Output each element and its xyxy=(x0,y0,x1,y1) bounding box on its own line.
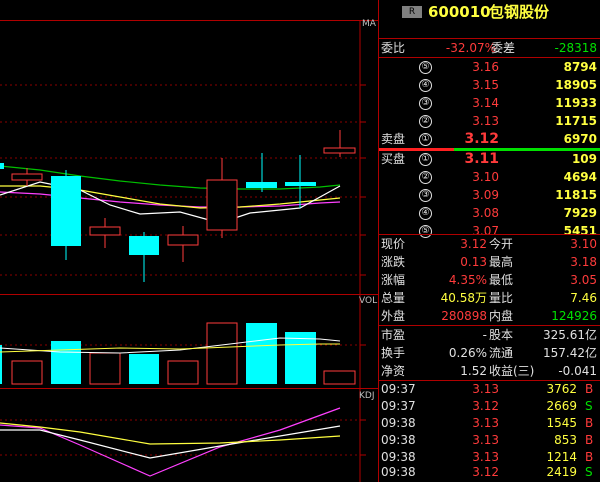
chart-frame xyxy=(0,20,378,482)
sell-price: 3.14 xyxy=(472,96,499,110)
level-index: ④ xyxy=(419,79,432,92)
tick-row: 09:37 3.12 2669 S xyxy=(381,399,593,413)
buy-price: 3.11 xyxy=(464,151,499,167)
float-shares: 157.42亿 xyxy=(543,346,597,360)
sell-level-1[interactable]: 卖盘 ① 3.12 6970 xyxy=(379,131,600,148)
turnover-value: 0.26% xyxy=(448,346,487,360)
buy-volume: 109 xyxy=(571,152,597,166)
outer-volume: 280898 xyxy=(441,309,487,323)
kdj-j-line xyxy=(0,407,341,477)
total-volume: 40.58万 xyxy=(440,291,487,305)
fund-row-pe: 市盈 - 股本 325.61亿 xyxy=(381,328,597,342)
sell-volume: 11715 xyxy=(555,114,597,128)
buy-volume: 7929 xyxy=(563,206,597,220)
quote-row-pct: 涨幅 4.35% 最低 3.05 xyxy=(381,273,597,287)
change-value: 0.13 xyxy=(460,255,487,269)
level-index: ④ xyxy=(419,207,432,220)
buy-side-label: 买盘 xyxy=(381,152,406,166)
sell-price: 3.12 xyxy=(464,131,499,147)
total-shares: 325.61亿 xyxy=(543,328,597,342)
level-index: ③ xyxy=(419,189,432,202)
kline-chart-area[interactable]: MA VOL KDJ xyxy=(0,0,378,482)
quote-row-price: 现价 3.12 今开 3.10 xyxy=(381,237,597,251)
level-index: ③ xyxy=(419,97,432,110)
fund-row-nav: 净资 1.52 收益(三) -0.041 xyxy=(381,364,597,378)
inner-volume: 124926 xyxy=(551,309,597,323)
stock-name: 包钢股份 xyxy=(489,3,550,21)
tick-row: 09:37 3.13 3762 B xyxy=(381,382,594,396)
buy-level-1[interactable]: 买盘 ① 3.11 109 xyxy=(379,151,600,168)
stock-header: R 600010 包钢股份 xyxy=(379,2,600,22)
sell-level-2[interactable]: ② 3.13 11715 xyxy=(379,113,600,130)
sell-volume: 11933 xyxy=(555,96,597,110)
buy-price: 3.10 xyxy=(472,170,499,184)
fund-row-turnover: 换手 0.26% 流通 157.42亿 xyxy=(381,346,597,360)
ma-panel-label: MA xyxy=(362,19,377,29)
sell-side-label: 卖盘 xyxy=(381,132,406,146)
weibi-label: 委比 xyxy=(381,41,406,55)
ma60-head-marker xyxy=(0,163,4,169)
buy-price: 3.08 xyxy=(472,206,499,220)
quote-row-outer-inner: 外盘 280898 内盘 124926 xyxy=(381,309,597,323)
level-index: ① xyxy=(419,133,432,146)
tick-row: 09:38 3.12 2419 S xyxy=(381,465,593,479)
sell-level-4[interactable]: ④ 3.15 18905 xyxy=(379,77,600,94)
low-price: 3.05 xyxy=(570,273,597,287)
badge-r: R xyxy=(402,6,422,18)
change-pct: 4.35% xyxy=(448,273,487,287)
nav-value: 1.52 xyxy=(460,364,487,378)
volume-ratio: 7.46 xyxy=(570,291,597,305)
kdj-panel-label: KDJ xyxy=(359,391,375,401)
sell-volume: 8794 xyxy=(563,60,597,74)
volume-bars xyxy=(0,322,356,385)
pe-value: - xyxy=(482,328,487,342)
quote-row-volume: 总量 40.58万 量比 7.46 xyxy=(381,291,597,305)
buy-level-3[interactable]: ③ 3.09 11815 xyxy=(379,187,600,204)
high-price: 3.18 xyxy=(570,255,597,269)
eps-value: -0.041 xyxy=(558,364,597,378)
vol-panel-label: VOL xyxy=(359,296,377,306)
buy-level-4[interactable]: ④ 3.08 7929 xyxy=(379,205,600,222)
weidiff-label: 委差 xyxy=(491,41,516,55)
sell-volume: 6970 xyxy=(563,132,597,146)
quote-panel: R 600010 包钢股份 委比 -32.07% 委差 -28318 ⑤ 3.1… xyxy=(378,0,600,482)
level-index: ② xyxy=(419,115,432,128)
weidiff-value: -28318 xyxy=(554,41,597,55)
sell-volume: 18905 xyxy=(555,78,597,92)
buy-volume: 4694 xyxy=(563,170,597,184)
sell-price: 3.16 xyxy=(472,60,499,74)
last-price: 3.12 xyxy=(460,237,487,251)
open-price: 3.10 xyxy=(570,237,597,251)
tick-row: 09:38 3.13 1545 B xyxy=(381,416,594,430)
level-index: ⑤ xyxy=(419,61,432,74)
sell-level-3[interactable]: ③ 3.14 11933 xyxy=(379,95,600,112)
quote-row-change: 涨跌 0.13 最高 3.18 xyxy=(381,255,597,269)
buy-price: 3.09 xyxy=(472,188,499,202)
kdj-k-line xyxy=(0,425,341,459)
weibi-value: -32.07% xyxy=(445,41,496,55)
buy-level-2[interactable]: ② 3.10 4694 xyxy=(379,169,600,186)
sell-price: 3.15 xyxy=(472,78,499,92)
sell-price: 3.13 xyxy=(472,114,499,128)
sell-level-5[interactable]: ⑤ 3.16 8794 xyxy=(379,59,600,76)
level-index: ② xyxy=(419,171,432,184)
stock-code: 600010 xyxy=(428,3,491,21)
weibi-row: 委比 -32.07% 委差 -28318 xyxy=(379,40,600,57)
tick-row: 09:38 3.13 853 B xyxy=(381,433,594,447)
level-index: ① xyxy=(419,153,432,166)
buy-volume: 11815 xyxy=(555,188,597,202)
